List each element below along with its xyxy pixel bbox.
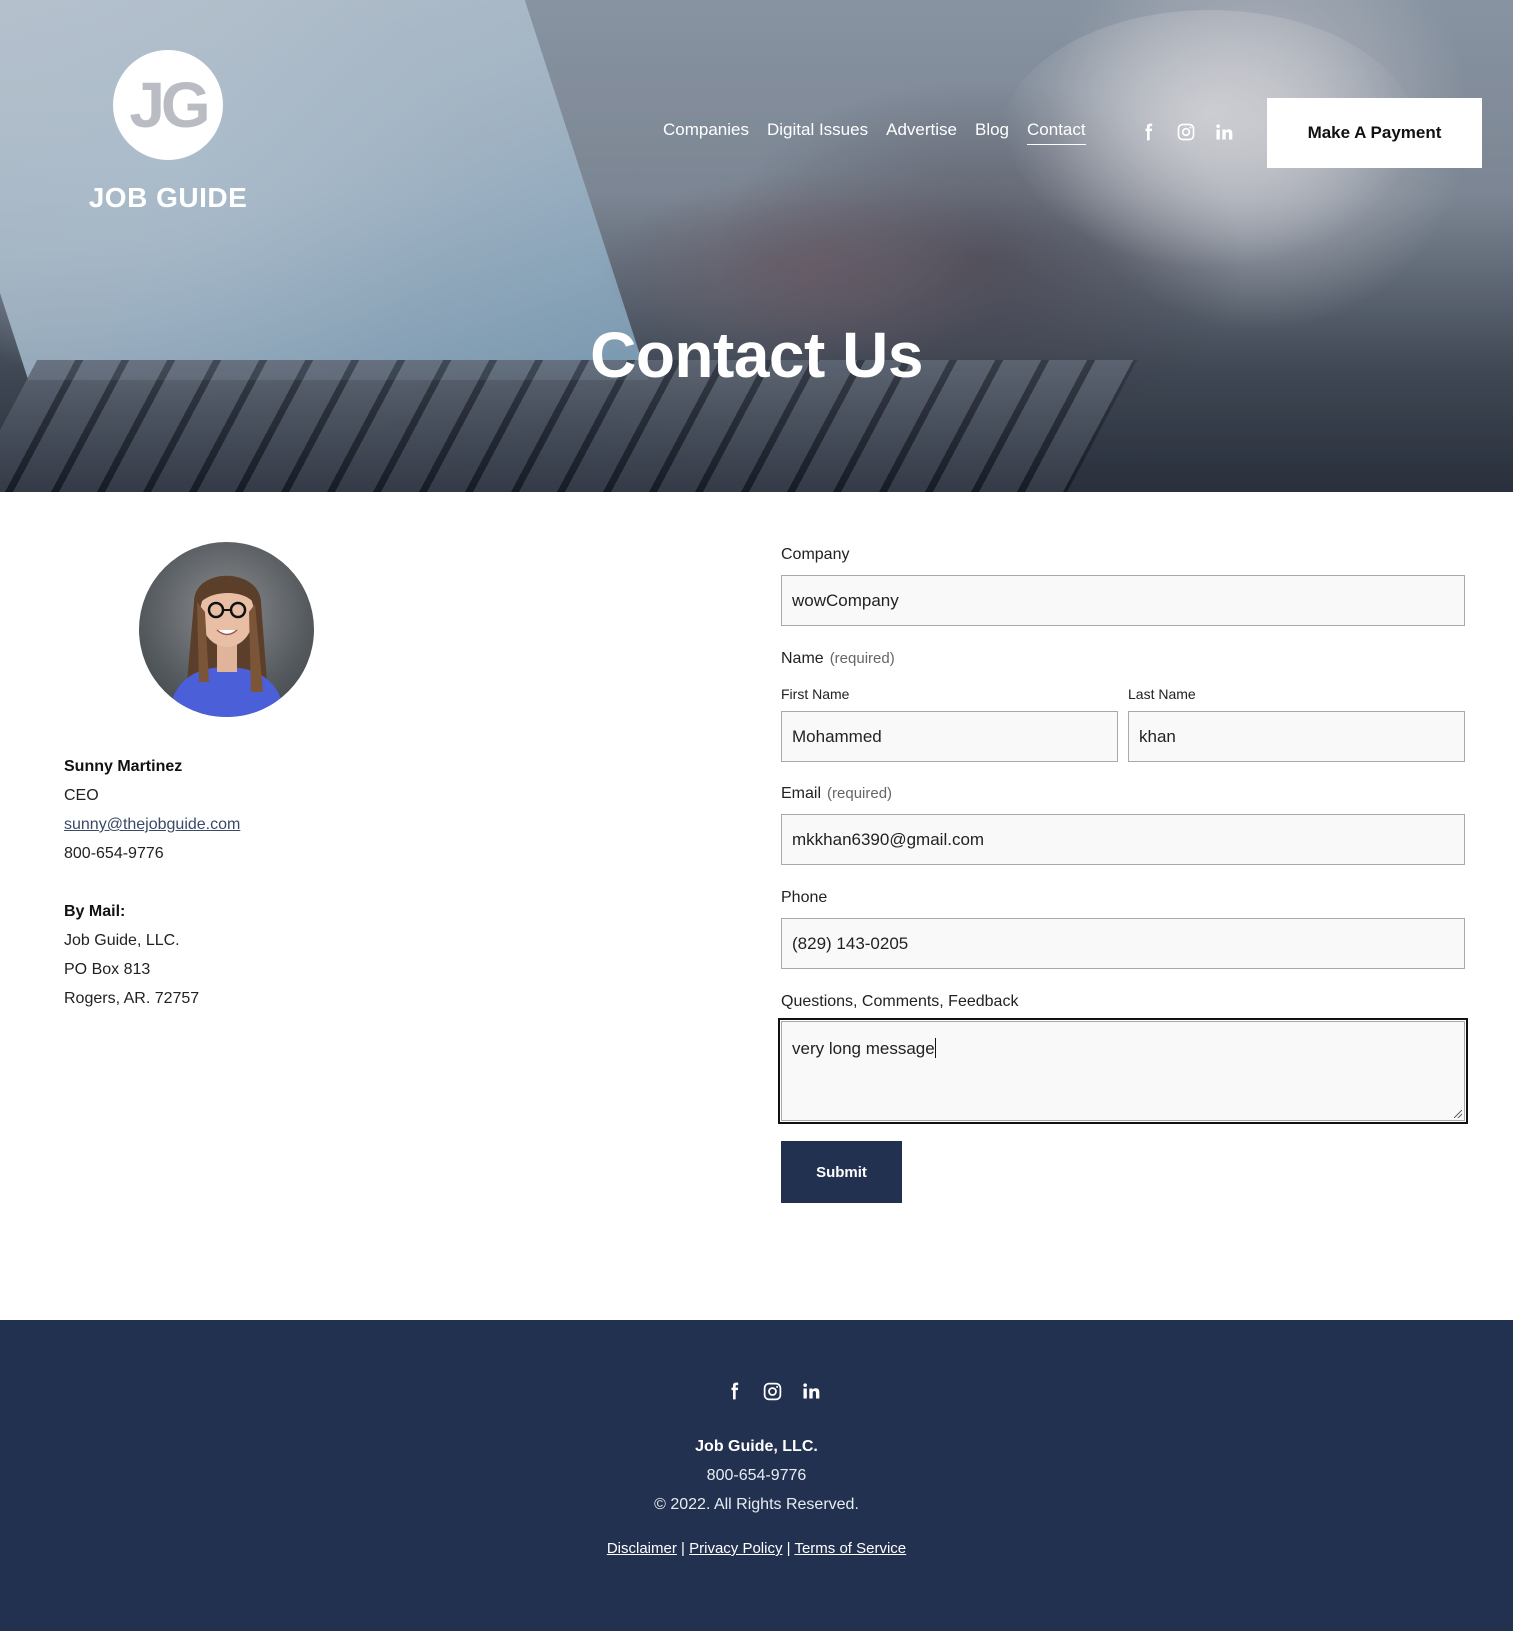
- link-separator: |: [786, 1540, 791, 1557]
- required-note: (required): [829, 650, 895, 667]
- email-input[interactable]: mkkhan6390@gmail.com: [781, 814, 1465, 865]
- contact-email-link[interactable]: sunny@thejobguide.com: [64, 816, 240, 833]
- logo-circle: JG: [113, 50, 223, 160]
- instagram-icon[interactable]: [762, 1381, 783, 1402]
- contact-details: Sunny Martinez CEO sunny@thejobguide.com…: [64, 752, 240, 1013]
- first-name-label: First Name: [781, 686, 850, 702]
- first-name-input[interactable]: Mohammed: [781, 711, 1118, 762]
- nav-contact[interactable]: Contact: [1027, 120, 1086, 145]
- resize-handle[interactable]: [1454, 1110, 1462, 1118]
- mail-line: Rogers, AR. 72757: [64, 990, 200, 1007]
- privacy-policy-link[interactable]: Privacy Policy: [689, 1540, 782, 1557]
- phone-input[interactable]: (829) 143-0205: [781, 918, 1465, 969]
- comments-label: Questions, Comments, Feedback: [781, 993, 1019, 1010]
- phone-label: Phone: [781, 889, 828, 906]
- contact-name: Sunny Martinez: [64, 758, 183, 775]
- logo-name: JOB GUIDE: [88, 182, 248, 213]
- page-title: Contact Us: [590, 319, 923, 391]
- mail-line: Job Guide, LLC.: [64, 932, 180, 949]
- company-input[interactable]: wowCompany: [781, 575, 1465, 626]
- footer-social-links: [724, 1380, 821, 1402]
- required-note: (required): [827, 785, 893, 802]
- mail-line: PO Box 813: [64, 961, 151, 978]
- mail-heading: By Mail:: [64, 903, 126, 920]
- company-label: Company: [781, 546, 850, 563]
- footer-copyright: © 2022. All Rights Reserved.: [654, 1496, 859, 1513]
- footer-phone: 800-654-9776: [706, 1467, 807, 1484]
- main-nav: Companies Digital Issues Advertise Blog …: [663, 120, 1086, 145]
- nav-companies[interactable]: Companies: [663, 120, 749, 145]
- logo-monogram: JG: [129, 69, 210, 141]
- linkedin-icon[interactable]: [801, 1381, 821, 1401]
- nav-advertise[interactable]: Advertise: [886, 120, 957, 145]
- facebook-icon[interactable]: [724, 1380, 744, 1402]
- last-name-input[interactable]: khan: [1128, 711, 1465, 762]
- footer-company: Job Guide, LLC.: [695, 1438, 818, 1455]
- make-payment-button[interactable]: Make A Payment: [1267, 98, 1482, 168]
- nav-blog[interactable]: Blog: [975, 120, 1009, 145]
- linkedin-icon[interactable]: [1214, 122, 1234, 142]
- hero-banner: JG JOB GUIDE Companies Digital Issues Ad…: [0, 0, 1513, 492]
- header-social-links: [1138, 122, 1234, 142]
- terms-of-service-link[interactable]: Terms of Service: [794, 1540, 906, 1557]
- email-label: Email (required): [781, 785, 893, 802]
- disclaimer-link[interactable]: Disclaimer: [607, 1540, 677, 1557]
- contact-phone: 800-654-9776: [64, 845, 164, 862]
- last-name-label: Last Name: [1128, 686, 1196, 702]
- name-label: Name (required): [781, 650, 895, 667]
- comments-textarea[interactable]: very long message: [778, 1018, 1468, 1124]
- footer-links: Disclaimer | Privacy Policy | Terms of S…: [0, 1540, 1513, 1557]
- submit-button[interactable]: Submit: [781, 1141, 902, 1203]
- nav-digital-issues[interactable]: Digital Issues: [767, 120, 868, 145]
- facebook-icon[interactable]: [1138, 122, 1158, 142]
- contact-title: CEO: [64, 787, 99, 804]
- site-logo[interactable]: JG JOB GUIDE: [88, 50, 248, 214]
- instagram-icon[interactable]: [1176, 122, 1196, 142]
- link-separator: |: [681, 1540, 685, 1557]
- footer: Job Guide, LLC. 800-654-9776 © 2022. All…: [0, 1320, 1513, 1631]
- avatar: [139, 542, 314, 717]
